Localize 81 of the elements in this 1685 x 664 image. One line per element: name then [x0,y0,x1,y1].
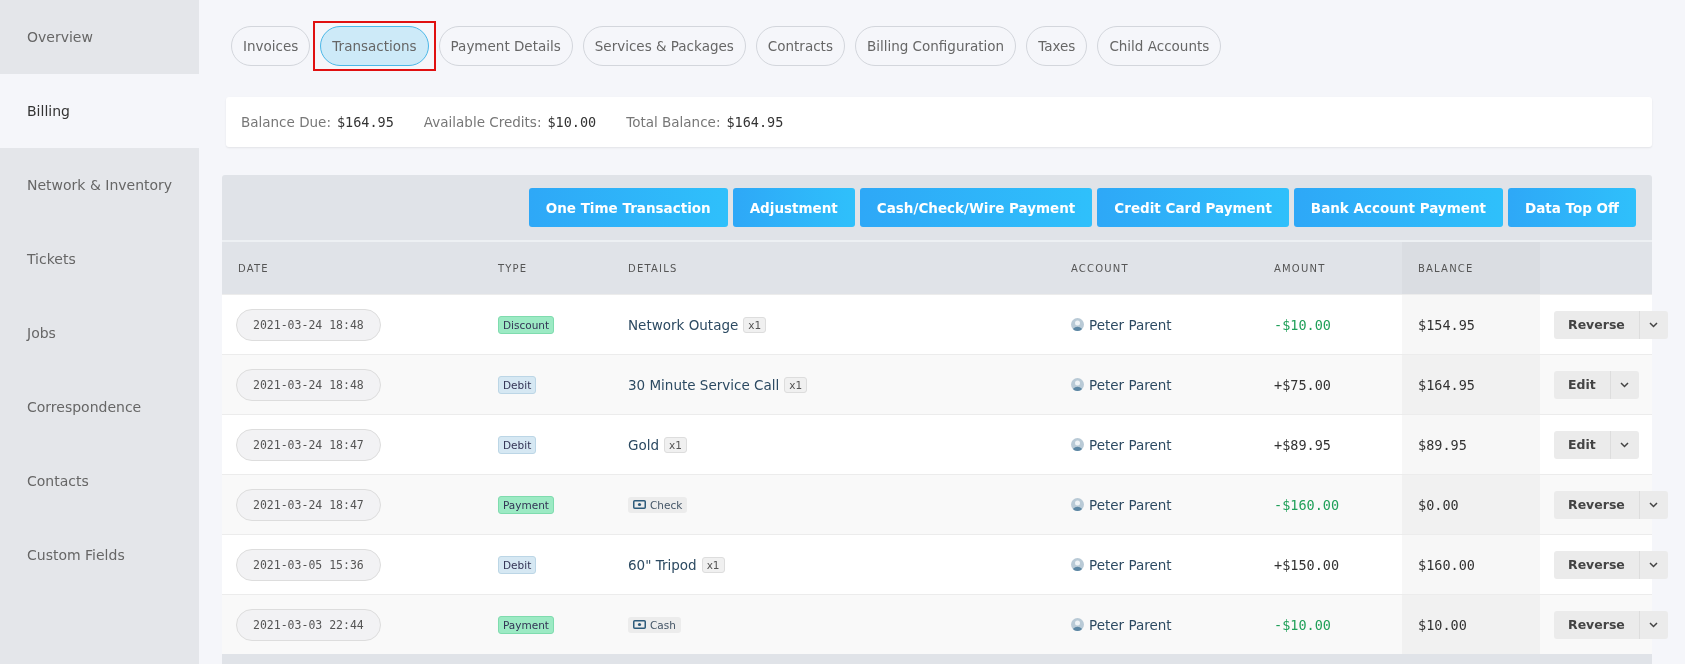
row-action-button[interactable]: Reverse [1554,490,1640,519]
summary-value: $164.95 [336,114,394,130]
amount-text: -$10.00 [1274,316,1331,333]
avatar-icon [1071,438,1084,451]
amount-text: +$150.00 [1274,556,1340,573]
row-action-button[interactable]: Reverse [1554,610,1640,639]
balance-text: $154.95 [1418,316,1475,333]
column-header: TYPE [497,261,529,276]
column-header: DATE [237,261,270,276]
avatar-icon [1071,618,1084,631]
type-tag: Debit [498,555,537,574]
amount-text: +$89.95 [1274,436,1331,453]
payment-method-tag: Check [628,496,688,513]
date-pill: 2021-03-24 18:47 [236,428,381,461]
column-header: DETAILS [627,261,679,276]
caret-icon [1649,561,1659,568]
row-action-button[interactable]: Edit [1554,430,1611,459]
balance-text: $89.95 [1418,436,1467,453]
balance-text: $160.00 [1418,556,1475,573]
sidebar-item[interactable]: Contacts [0,444,199,518]
sidebar-item[interactable]: Billing [0,74,199,148]
account-name: Peter Parent [1089,496,1172,513]
type-tag: Debit [498,375,537,394]
date-pill: 2021-03-05 15:36 [236,548,381,581]
column-header: BALANCE [1402,242,1540,294]
sidebar-item[interactable]: Network & Inventory [0,148,199,222]
details-text: Gold [628,436,660,453]
type-tag: Discount [498,315,555,334]
avatar-icon [1071,318,1084,331]
amount-text: -$10.00 [1274,616,1331,633]
row-action-button[interactable]: Reverse [1554,310,1640,339]
summary-value: $164.95 [726,114,784,130]
date-pill: 2021-03-03 22:44 [236,608,381,641]
quantity-tag: x1 [701,556,725,573]
account-name: Peter Parent [1089,376,1172,393]
caret-icon [1649,621,1659,628]
tab[interactable]: Transactions [320,26,429,66]
type-tag: Payment [498,615,554,634]
sidebar-item[interactable]: Tickets [0,222,199,296]
quantity-tag: x1 [743,316,767,333]
avatar-icon [1071,558,1084,571]
sidebar-item[interactable]: Custom Fields [0,518,199,592]
quantity-tag: x1 [784,376,808,393]
account-name: Peter Parent [1089,436,1172,453]
caret-icon [1620,441,1630,448]
column-header: ACCOUNT [1070,261,1130,276]
account-name: Peter Parent [1089,616,1172,633]
caret-icon [1620,381,1630,388]
avatar-icon [1071,378,1084,391]
caret-icon [1649,501,1659,508]
sidebar-item[interactable]: Correspondence [0,370,199,444]
caret-icon [1649,321,1659,328]
row-action-button[interactable]: Reverse [1554,550,1640,579]
amount-text: +$75.00 [1274,376,1331,393]
payment-method-tag: Cash [628,616,681,633]
amount-text: -$160.00 [1274,496,1340,513]
date-pill: 2021-03-24 18:48 [236,308,381,341]
account-name: Peter Parent [1089,316,1172,333]
summary-label: Available Credits: [423,114,542,130]
cash-icon [633,620,646,629]
date-pill: 2021-03-24 18:47 [236,488,381,521]
cash-icon [633,500,646,509]
summary-label: Total Balance: [626,114,721,130]
details-text: 30 Minute Service Call [628,376,780,393]
details-text: 60" Tripod [628,556,697,573]
sidebar-item[interactable]: Jobs [0,296,199,370]
balance-text: $164.95 [1418,376,1475,393]
type-tag: Debit [498,435,537,454]
sidebar-item[interactable]: Overview [0,0,199,74]
account-name: Peter Parent [1089,556,1172,573]
summary-label: Balance Due: [241,114,331,130]
type-tag: Payment [498,495,554,514]
quantity-tag: x1 [664,436,687,453]
row-action-button[interactable]: Edit [1554,370,1611,399]
column-header: AMOUNT [1273,261,1327,276]
balance-text: $10.00 [1418,616,1467,633]
date-pill: 2021-03-24 18:48 [236,368,381,401]
details-text: Network Outage [628,316,739,333]
balance-text: $0.00 [1418,496,1459,513]
avatar-icon [1071,498,1084,511]
summary-value: $10.00 [547,114,597,130]
